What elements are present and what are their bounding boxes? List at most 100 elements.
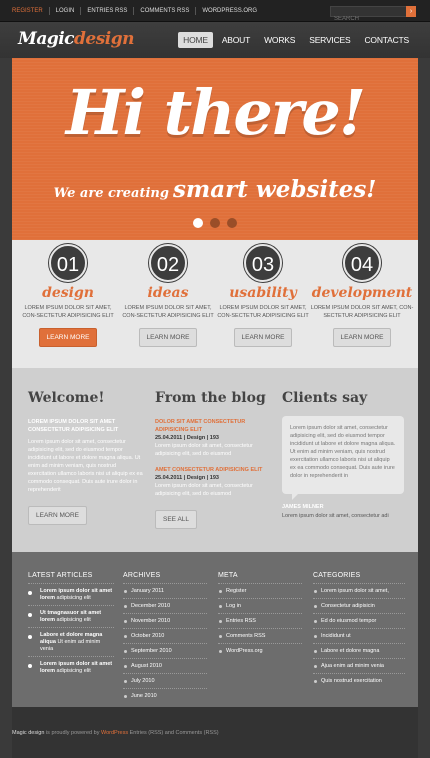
list-item[interactable]: Ed do eiusmod tempor bbox=[313, 613, 405, 628]
learn-more-button[interactable]: LEARN MORE bbox=[138, 328, 198, 347]
post-category[interactable]: Design bbox=[187, 475, 205, 481]
nav-works[interactable]: WORKS bbox=[259, 32, 300, 48]
feature-number: 03 bbox=[244, 244, 282, 282]
clients-title: Clients say bbox=[282, 390, 368, 406]
list-item[interactable]: July 2010 bbox=[123, 673, 207, 688]
blog-post-meta: 25.04.2011 | Design | 193 bbox=[155, 435, 219, 441]
see-all-button[interactable]: SEE ALL bbox=[155, 510, 198, 529]
blog-post-title[interactable]: DOLOR SIT AMET CONSECTETUR ADIPISICING E… bbox=[155, 418, 273, 434]
list-item[interactable]: Labore et dolore magna aliqua Ut enim ad… bbox=[28, 627, 114, 656]
footer-brand: Magic design bbox=[12, 730, 45, 736]
learn-more-button[interactable]: LEARN MORE bbox=[38, 328, 98, 347]
top-links: REGISTER LOGIN ENTRIES RSS COMMENTS RSS … bbox=[12, 7, 263, 15]
list-item[interactable]: Lorem ipsum dolor sit amet, bbox=[313, 583, 405, 598]
feature-design: 01 design LOREM IPSUM DOLOR SIT AMET, CO… bbox=[20, 244, 116, 347]
list-item[interactable]: Entries RSS bbox=[218, 613, 302, 628]
nav-contacts[interactable]: CONTACTS bbox=[359, 32, 414, 48]
post-date: 25.04.2011 bbox=[155, 475, 183, 481]
welcome-title: Welcome! bbox=[28, 390, 105, 406]
list-item[interactable]: Ajua enim ad minim venia bbox=[313, 658, 405, 673]
hero-slider: Hi there! We are creating smart websites! bbox=[12, 58, 418, 240]
logo[interactable]: Magicdesign bbox=[18, 29, 135, 49]
welcome-column: Welcome! LOREM IPSUM DOLOR SIT AMET CONS… bbox=[28, 390, 144, 525]
list-item[interactable]: Consectetur adipisicin bbox=[313, 598, 405, 613]
nav-services[interactable]: SERVICES bbox=[304, 32, 355, 48]
nav-home[interactable]: HOME bbox=[178, 32, 213, 48]
list-item[interactable]: January 2011 bbox=[123, 583, 207, 598]
list-item[interactable]: Incididunt ut bbox=[313, 628, 405, 643]
feature-title: development bbox=[311, 285, 413, 301]
slider-dot-1[interactable] bbox=[193, 218, 203, 228]
article-rest: adipisicing elit bbox=[56, 617, 91, 623]
search-box: › bbox=[330, 6, 416, 24]
blog-column: From the blog DOLOR SIT AMET CONSECTETUR… bbox=[155, 390, 273, 529]
feature-ideas: 02 ideas LOREM IPSUM DOLOR SIT AMET, CON… bbox=[120, 244, 216, 347]
entries-rss-link[interactable]: ENTRIES RSS bbox=[80, 7, 133, 15]
list-item[interactable]: Quis nostrud exercitation bbox=[313, 673, 405, 688]
search-button[interactable]: › bbox=[406, 6, 416, 17]
learn-more-button[interactable]: LEARN MORE bbox=[28, 506, 87, 525]
list-item[interactable]: Comments RSS bbox=[218, 628, 302, 643]
feature-number: 01 bbox=[49, 244, 87, 282]
feature-usability: 03 usability LOREM IPSUM DOLOR SIT AMET,… bbox=[215, 244, 311, 347]
article-rest: adipisicing elit bbox=[56, 668, 91, 674]
list-item[interactable]: June 2010 bbox=[123, 688, 207, 703]
learn-more-button[interactable]: LEARN MORE bbox=[233, 328, 293, 347]
list-item[interactable]: Register bbox=[218, 583, 302, 598]
feature-development: 04 development LOREM IPSUM DOLOR SIT AME… bbox=[310, 244, 414, 347]
widget-title: ARCHIVES bbox=[123, 572, 161, 579]
learn-more-button[interactable]: LEARN MORE bbox=[332, 328, 392, 347]
latest-articles-widget: LATEST ARTICLES Lorem ipsum dolor sit am… bbox=[28, 572, 114, 678]
list-item[interactable]: September 2010 bbox=[123, 643, 207, 658]
widget-title: LATEST ARTICLES bbox=[28, 572, 93, 579]
slider-dot-2[interactable] bbox=[210, 218, 220, 228]
logo-part-b: design bbox=[74, 29, 135, 49]
clients-column: Clients say Lorem ipsum dolor sit amet, … bbox=[282, 390, 406, 519]
list-item[interactable]: Lorem ipsum dolor sit amet lorem adipisi… bbox=[28, 583, 114, 605]
post-count: 193 bbox=[209, 435, 219, 441]
comments-rss-link[interactable]: COMMENTS RSS bbox=[133, 7, 195, 15]
arrow-right-icon: › bbox=[409, 8, 413, 15]
list-item[interactable]: Ut tmagnasuor sit amet lorem adipisicing… bbox=[28, 605, 114, 627]
login-link[interactable]: LOGIN bbox=[48, 7, 81, 15]
blog-post-title[interactable]: AMET CONSECTETUR ADIPISICING ELIT bbox=[155, 466, 273, 474]
site-footer: Magic design is proudly powered by WordP… bbox=[12, 707, 418, 758]
list-item[interactable]: Log in bbox=[218, 598, 302, 613]
feeds-links[interactable]: Entries (RSS) and Comments (RSS) bbox=[130, 730, 219, 736]
features: 01 design LOREM IPSUM DOLOR SIT AMET, CO… bbox=[12, 240, 418, 368]
register-link[interactable]: REGISTER bbox=[12, 7, 49, 15]
testimonial-bubble: Lorem ipsum dolor sit amet, consectetur … bbox=[282, 416, 404, 500]
list-item[interactable]: Lorem ipsum dolor sit amet lorem adipisi… bbox=[28, 656, 114, 678]
feature-text: LOREM IPSUM DOLOR SIT AMET, CON-SECTETUR… bbox=[22, 305, 114, 319]
widget-title: CATEGORIES bbox=[313, 572, 361, 579]
list-item[interactable]: Labore et dolore magna bbox=[313, 643, 405, 658]
post-category[interactable]: Design bbox=[187, 435, 205, 441]
feature-text: LOREM IPSUM DOLOR SIT AMET, CON-SECTETUR… bbox=[122, 305, 214, 319]
nav-about[interactable]: ABOUT bbox=[217, 32, 255, 48]
list-item[interactable]: December 2010 bbox=[123, 598, 207, 613]
wordpress-org-link[interactable]: WORDPRESS.ORG bbox=[195, 7, 263, 15]
welcome-heading: LOREM IPSUM DOLOR SIT AMET CONSECTETUR A… bbox=[28, 419, 119, 433]
blog-post: AMET CONSECTETUR ADIPISICING ELIT 25.04.… bbox=[155, 466, 273, 498]
top-bar: REGISTER LOGIN ENTRIES RSS COMMENTS RSS … bbox=[0, 0, 430, 24]
slider-dot-3[interactable] bbox=[227, 218, 237, 228]
feature-number: 04 bbox=[343, 244, 381, 282]
slider-dots bbox=[193, 218, 237, 228]
main-nav: HOME ABOUT WORKS SERVICES CONTACTS bbox=[178, 32, 414, 48]
feature-text: LOREM IPSUM DOLOR SIT AMET, CON-SECTETUR… bbox=[217, 305, 309, 319]
list-item[interactable]: WordPress.org bbox=[218, 643, 302, 658]
feature-text: LOREM IPSUM DOLOR SIT AMET, CON-SECTETUR… bbox=[310, 305, 414, 319]
archives-widget: ARCHIVES January 2011 December 2010 Nove… bbox=[123, 572, 207, 703]
testimonial-text: Lorem ipsum dolor sit amet, consectetur … bbox=[290, 425, 396, 479]
list-item[interactable]: August 2010 bbox=[123, 658, 207, 673]
list-item[interactable]: October 2010 bbox=[123, 628, 207, 643]
list-item[interactable]: November 2010 bbox=[123, 613, 207, 628]
blog-post-text: Lorem ipsum dolor sit amet, consectetur … bbox=[155, 443, 253, 457]
meta-widget: META Register Log in Entries RSS Comment… bbox=[218, 572, 302, 658]
footer-widgets: LATEST ARTICLES Lorem ipsum dolor sit am… bbox=[12, 552, 418, 707]
blog-post-text: Lorem ipsum dolor sit amet, consectetur … bbox=[155, 483, 253, 497]
feature-number: 02 bbox=[149, 244, 187, 282]
feature-title: design bbox=[42, 285, 94, 301]
blog-post-meta: 25.04.2011 | Design | 193 bbox=[155, 475, 219, 481]
wordpress-link[interactable]: WordPress bbox=[101, 730, 128, 736]
